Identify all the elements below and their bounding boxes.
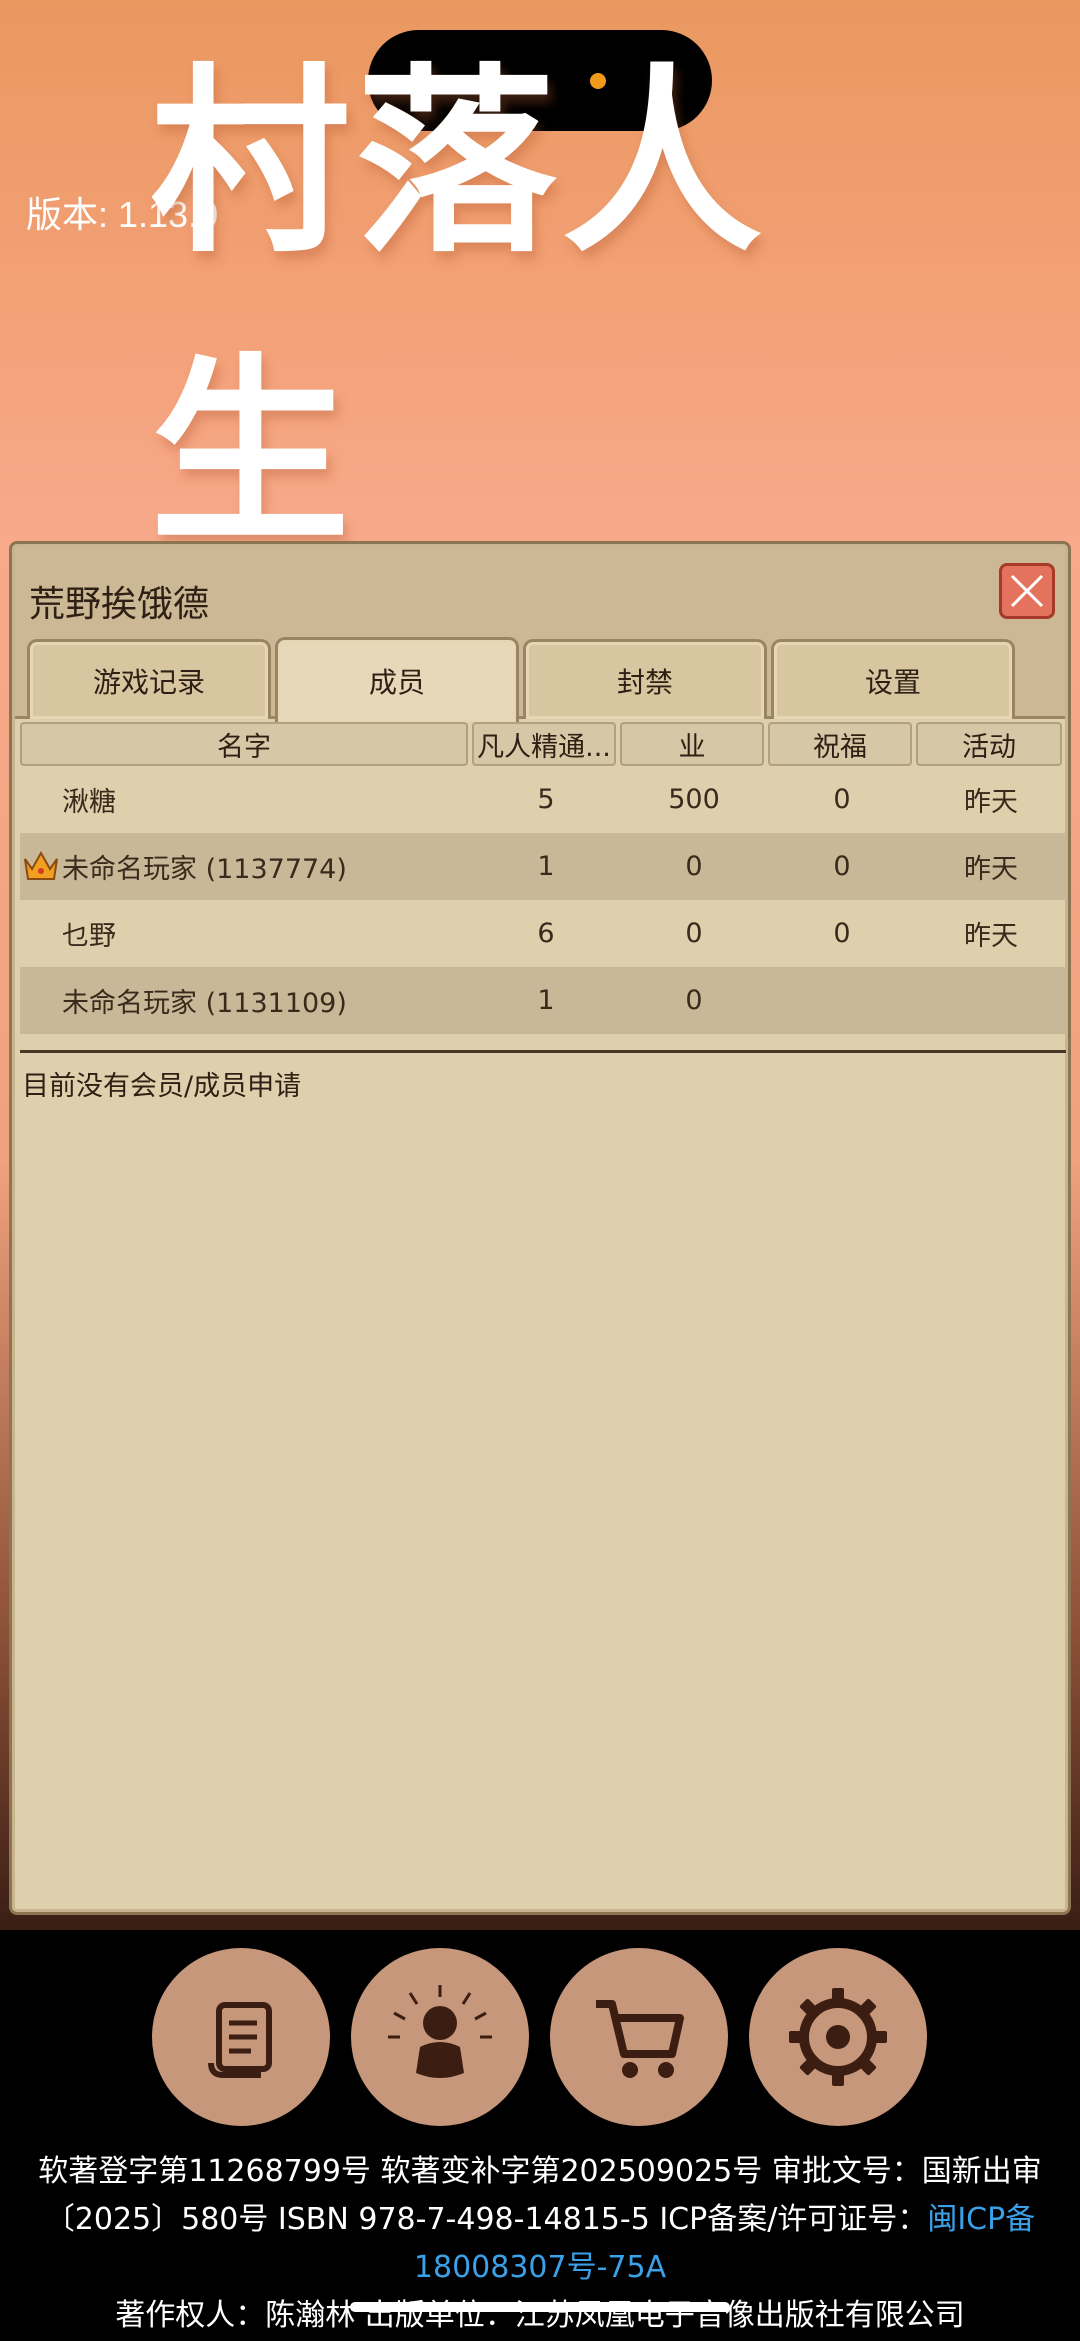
cart-icon xyxy=(596,2000,684,2078)
tab-members[interactable]: 成员 xyxy=(275,637,519,722)
cell-activity: 昨天 xyxy=(964,854,1018,885)
members-table: 名字 凡人精通... 业 祝福 活动 湫糖 5 500 0 昨天 未命名玩家 (… xyxy=(20,722,1066,1034)
table-header-row: 名字 凡人精通... 业 祝福 活动 xyxy=(20,722,1066,766)
cell-name: 未命名玩家 (1131109) xyxy=(62,988,347,1019)
meditation-icon xyxy=(388,1985,492,2078)
no-request-message: 目前没有会员/成员申请 xyxy=(22,1071,302,1102)
cell-karma: 0 xyxy=(685,918,703,949)
table-row[interactable]: 未命名玩家 (1137774) 1 0 0 昨天 xyxy=(20,833,1066,900)
header-blessing[interactable]: 祝福 xyxy=(768,722,912,766)
cell-blessing: 0 xyxy=(833,918,851,949)
crown-icon xyxy=(24,850,58,880)
panel-title: 荒野挨饿德 xyxy=(29,584,210,625)
meditation-button[interactable] xyxy=(351,1948,529,2126)
table-row[interactable]: 湫糖 5 500 0 昨天 xyxy=(20,766,1066,833)
home-indicator[interactable] xyxy=(350,2302,730,2312)
tab-game-log[interactable]: 游戏记录 xyxy=(27,639,271,719)
header-mastery[interactable]: 凡人精通... xyxy=(472,722,616,766)
cell-blessing xyxy=(768,967,916,1034)
cell-activity xyxy=(916,967,1066,1034)
scroll-icon xyxy=(208,2002,272,2078)
panel-header: 荒野挨饿德 游戏记录 成员 封禁 设置 xyxy=(15,547,1065,722)
divider xyxy=(20,1050,1066,1053)
cell-activity: 昨天 xyxy=(964,787,1018,818)
logo-title: 村落人生 xyxy=(150,47,769,570)
cell-name: 乜野 xyxy=(62,921,116,952)
close-button[interactable] xyxy=(999,563,1055,619)
gear-icon xyxy=(789,1988,887,2086)
tab-bans[interactable]: 封禁 xyxy=(523,639,767,719)
header-name[interactable]: 名字 xyxy=(20,722,468,766)
game-logo: 村落人生 xyxy=(150,47,930,570)
cell-blessing: 0 xyxy=(833,784,851,815)
cell-mastery: 1 xyxy=(537,985,555,1016)
cell-name: 湫糖 xyxy=(62,787,116,818)
cell-mastery: 5 xyxy=(537,784,555,815)
cell-mastery: 1 xyxy=(537,851,555,882)
footer-registration-text: 软著登字第11268799号 软著变补字第202509025号 审批文号：国新出… xyxy=(38,2154,1042,2237)
table-row[interactable]: 未命名玩家 (1131109) 1 0 xyxy=(20,967,1066,1034)
cell-mastery: 6 xyxy=(537,918,555,949)
tab-settings[interactable]: 设置 xyxy=(771,639,1015,719)
cell-karma: 0 xyxy=(685,985,703,1016)
table-row[interactable]: 乜野 6 0 0 昨天 xyxy=(20,900,1066,967)
cell-name-text: 未命名玩家 (1137774) xyxy=(62,854,347,885)
header-karma[interactable]: 业 xyxy=(620,722,764,766)
shop-button[interactable] xyxy=(550,1948,728,2126)
close-icon xyxy=(1010,574,1044,608)
cell-activity: 昨天 xyxy=(964,921,1018,952)
cell-karma: 500 xyxy=(668,784,720,815)
scroll-button[interactable] xyxy=(152,1948,330,2126)
cell-name: 未命名玩家 (1137774) xyxy=(20,833,472,900)
header-activity[interactable]: 活动 xyxy=(916,722,1062,766)
cell-karma: 0 xyxy=(685,851,703,882)
clan-panel: 荒野挨饿德 游戏记录 成员 封禁 设置 名字 凡人精通... 业 祝福 活动 湫… xyxy=(9,541,1071,1915)
cell-blessing: 0 xyxy=(833,851,851,882)
settings-button[interactable] xyxy=(749,1948,927,2126)
